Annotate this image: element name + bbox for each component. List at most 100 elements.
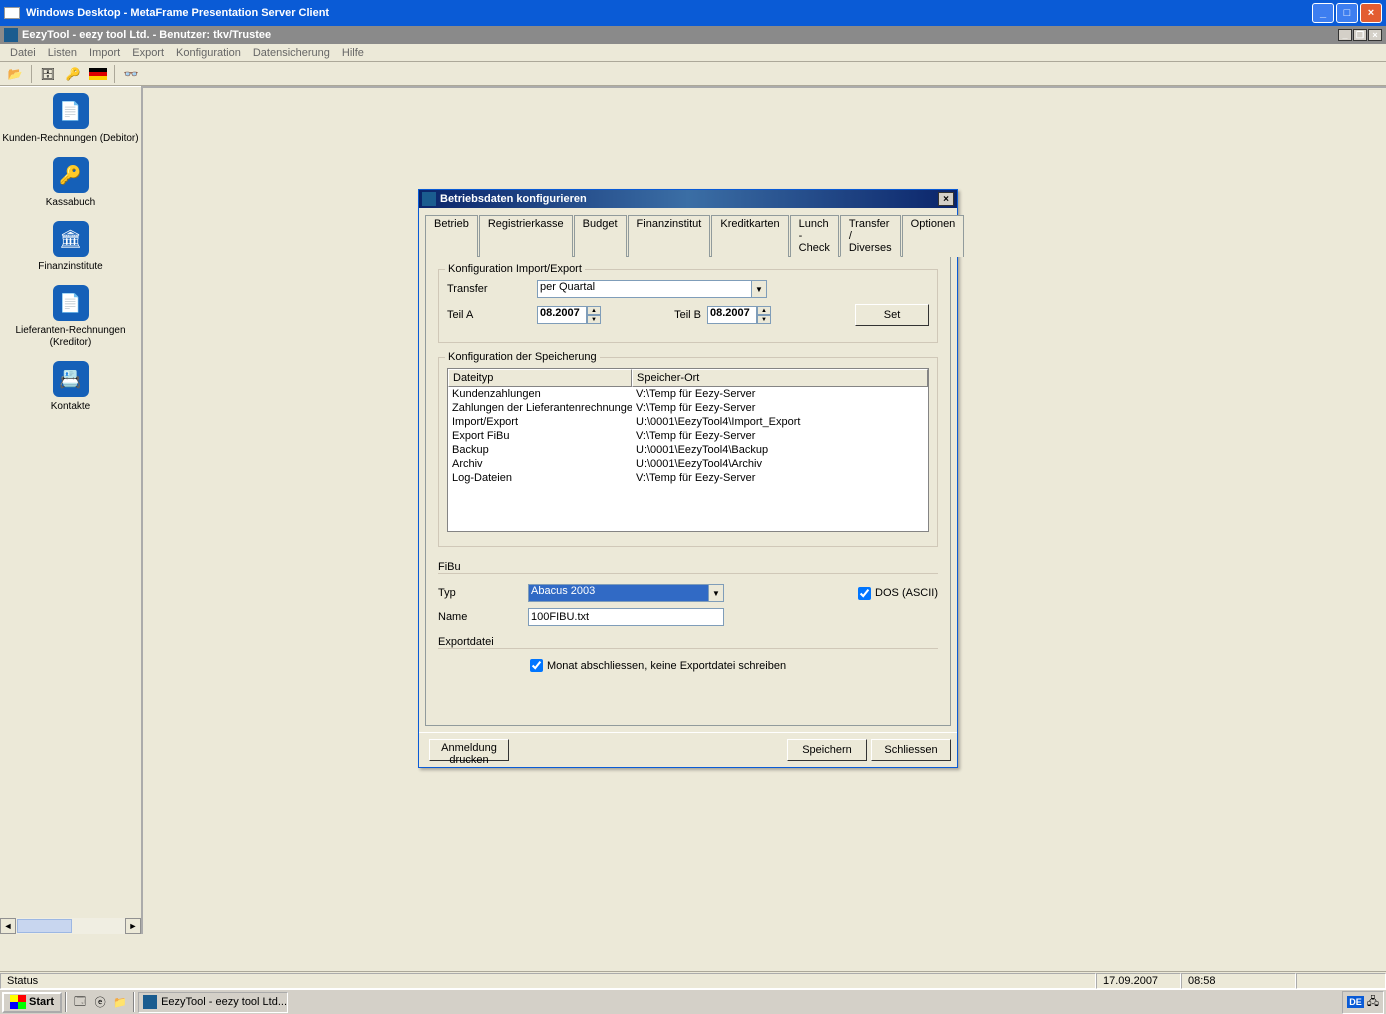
close-button[interactable]: × — [1360, 3, 1382, 23]
mdi-minimize-button[interactable]: _ — [1338, 29, 1352, 41]
explorer-icon[interactable]: 📁 — [110, 992, 130, 1012]
sidebar-label: Kunden-Rechnungen (Debitor) — [0, 133, 141, 145]
properties-icon[interactable]: 🗄 — [37, 64, 59, 84]
grid-row[interactable]: ArchivU:\0001\EezyTool4\Archiv — [448, 457, 928, 471]
sidebar-item-4[interactable]: 📇Kontakte — [0, 361, 141, 413]
anmeldung-drucken-button[interactable]: Anmeldung drucken — [429, 739, 509, 761]
sidebar-item-2[interactable]: 🏛Finanzinstitute — [0, 221, 141, 273]
dropdown-icon[interactable]: ▼ — [708, 584, 724, 602]
tab-betrieb[interactable]: Betrieb — [425, 215, 478, 257]
minimize-button[interactable]: _ — [1312, 3, 1334, 23]
grid-row[interactable]: BackupU:\0001\EezyTool4\Backup — [448, 443, 928, 457]
sidebar-item-1[interactable]: 🔑Kassabuch — [0, 157, 141, 209]
start-button[interactable]: Start — [2, 992, 62, 1013]
grid-row[interactable]: KundenzahlungenV:\Temp für Eezy-Server — [448, 387, 928, 401]
sidebar-item-0[interactable]: 📄 Kunden-Rechnungen (Debitor) — [0, 93, 141, 145]
grid-cell-type: Export FiBu — [448, 429, 632, 443]
mdi-restore-button[interactable]: ❐ — [1353, 29, 1367, 41]
grid-cell-type: Backup — [448, 443, 632, 457]
name-input[interactable] — [528, 608, 724, 626]
storage-grid[interactable]: Dateityp Speicher-Ort KundenzahlungenV:\… — [447, 368, 929, 532]
sidebar-icon: 🏛 — [53, 221, 89, 257]
typ-select[interactable]: Abacus 2003 — [528, 584, 708, 602]
binoculars-icon[interactable]: 👓 — [120, 64, 142, 84]
sidebar-icon: 📄 — [53, 285, 89, 321]
fibu-heading: FiBu — [438, 561, 938, 574]
scroll-left-button[interactable]: ◄ — [0, 918, 16, 934]
transfer-select[interactable]: per Quartal — [537, 280, 751, 298]
language-indicator[interactable]: DE — [1347, 996, 1364, 1008]
network-icon[interactable]: 🖧 — [1367, 993, 1379, 1012]
menu-konfiguration[interactable]: Konfiguration — [170, 47, 247, 59]
tab-transfer-diverses[interactable]: Transfer / Diverses — [840, 215, 901, 257]
set-button[interactable]: Set — [855, 304, 929, 326]
import-export-legend: Konfiguration Import/Export — [445, 263, 585, 275]
scroll-track[interactable] — [16, 918, 125, 934]
tab-kreditkarten[interactable]: Kreditkarten — [711, 215, 788, 257]
teila-input[interactable]: 08.2007 — [537, 306, 587, 324]
maximize-button[interactable]: □ — [1336, 3, 1358, 23]
storage-legend: Konfiguration der Speicherung — [445, 351, 600, 363]
tab-registrierkasse[interactable]: Registrierkasse — [479, 215, 573, 257]
open-folder-icon[interactable]: 📂 — [4, 64, 26, 84]
tab-optionen[interactable]: Optionen — [902, 215, 965, 257]
col-dateityp[interactable]: Dateityp — [448, 369, 632, 387]
exportdatei-heading: Exportdatei — [438, 636, 938, 649]
sidebar-item-3[interactable]: 📄Lieferanten-Rechnungen (Kreditor) — [0, 285, 141, 349]
grid-row[interactable]: Export FiBuV:\Temp für Eezy-Server — [448, 429, 928, 443]
menu-datensicherung[interactable]: Datensicherung — [247, 47, 336, 59]
mdi-close-button[interactable]: × — [1368, 29, 1382, 41]
typ-label: Typ — [438, 587, 528, 599]
grid-cell-type: Import/Export — [448, 415, 632, 429]
scroll-right-button[interactable]: ► — [125, 918, 141, 934]
toolbar: 📂 🗄 🔑 👓 — [0, 62, 1386, 86]
col-speicherort[interactable]: Speicher-Ort — [632, 369, 928, 387]
tab-budget[interactable]: Budget — [574, 215, 627, 257]
teilb-input[interactable]: 08.2007 — [707, 306, 757, 324]
tab-finanzinstitut[interactable]: Finanzinstitut — [628, 215, 711, 257]
config-dialog: Betriebsdaten konfigurieren × BetriebReg… — [418, 189, 958, 768]
status-text: Status — [0, 973, 1096, 989]
key-icon[interactable]: 🔑 — [62, 64, 84, 84]
dropdown-icon[interactable]: ▼ — [751, 280, 767, 298]
status-time: 08:58 — [1181, 973, 1296, 989]
dialog-close-button[interactable]: × — [938, 192, 954, 206]
grid-row[interactable]: Import/ExportU:\0001\EezyTool4\Import_Ex… — [448, 415, 928, 429]
outer-window-titlebar: Windows Desktop - MetaFrame Presentation… — [0, 0, 1386, 26]
eezytool-icon — [4, 28, 18, 42]
menu-import[interactable]: Import — [83, 47, 126, 59]
ie-icon[interactable]: ⓔ — [90, 992, 110, 1012]
speichern-button[interactable]: Speichern — [787, 739, 867, 761]
menu-datei[interactable]: Datei — [4, 47, 42, 59]
tab-lunch-check[interactable]: Lunch - Check — [790, 215, 839, 257]
monat-checkbox[interactable] — [530, 659, 543, 672]
grid-cell-type: Log-Dateien — [448, 471, 632, 485]
taskbar-eezytool[interactable]: EezyTool - eezy tool Ltd.... — [138, 992, 288, 1013]
scroll-thumb[interactable] — [17, 919, 72, 933]
dos-checkbox[interactable] — [858, 587, 871, 600]
content-area: Betriebsdaten konfigurieren × BetriebReg… — [141, 86, 1386, 934]
tabstrip: BetriebRegistrierkasseBudgetFinanzinstit… — [425, 214, 951, 256]
grid-cell-path: V:\Temp für Eezy-Server — [632, 471, 928, 485]
menu-listen[interactable]: Listen — [42, 47, 83, 59]
status-spare — [1296, 973, 1386, 989]
menu-hilfe[interactable]: Hilfe — [336, 47, 370, 59]
menu-export[interactable]: Export — [126, 47, 170, 59]
grid-cell-type: Zahlungen der Lieferantenrechnungen — [448, 401, 632, 415]
task-app-icon — [143, 995, 157, 1009]
grid-cell-path: U:\0001\EezyTool4\Backup — [632, 443, 928, 457]
teilb-label: Teil B — [661, 309, 701, 321]
grid-cell-type: Archiv — [448, 457, 632, 471]
schliessen-button[interactable]: Schliessen — [871, 739, 951, 761]
flag-de-icon[interactable] — [87, 64, 109, 84]
teilb-spinner[interactable]: ▲▼ — [757, 306, 771, 324]
grid-row[interactable]: Zahlungen der LieferantenrechnungenV:\Te… — [448, 401, 928, 415]
teila-spinner[interactable]: ▲▼ — [587, 306, 601, 324]
grid-cell-type: Kundenzahlungen — [448, 387, 632, 401]
dialog-footer: Anmeldung drucken Speichern Schliessen — [419, 732, 957, 767]
sidebar-scrollbar[interactable]: ◄ ► — [0, 918, 141, 934]
grid-row[interactable]: Log-DateienV:\Temp für Eezy-Server — [448, 471, 928, 485]
show-desktop-icon[interactable]: 🗔 — [70, 992, 90, 1012]
sidebar-icon: 📄 — [53, 93, 89, 129]
status-date: 17.09.2007 — [1096, 973, 1181, 989]
